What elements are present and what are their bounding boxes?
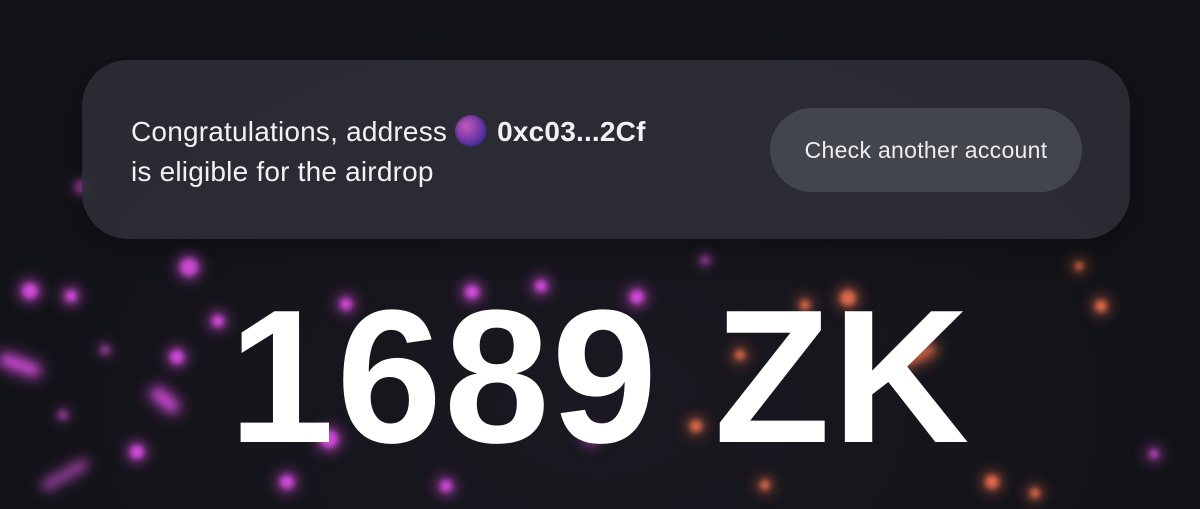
eligibility-message: Congratulations, address 0xc03...2Cf is e… bbox=[131, 112, 646, 192]
wallet-avatar-icon bbox=[455, 115, 488, 147]
wallet-address: 0xc03...2Cf bbox=[497, 116, 646, 147]
confetti-particle bbox=[1030, 488, 1040, 498]
confetti-particle bbox=[1075, 262, 1083, 270]
confetti-streak bbox=[40, 458, 90, 492]
airdrop-result-screen: Congratulations, address 0xc03...2Cf is e… bbox=[0, 0, 1200, 509]
confetti-particle bbox=[700, 255, 710, 265]
confetti-particle bbox=[985, 475, 999, 489]
message-prefix: Congratulations, address bbox=[131, 116, 448, 147]
message-suffix: is eligible for the airdrop bbox=[131, 156, 434, 187]
airdrop-amount: 1689 ZK bbox=[228, 271, 972, 483]
confetti-particle bbox=[180, 258, 198, 276]
eligibility-banner: Congratulations, address 0xc03...2Cf is e… bbox=[82, 60, 1130, 239]
check-another-account-button[interactable]: Check another account bbox=[770, 108, 1082, 192]
